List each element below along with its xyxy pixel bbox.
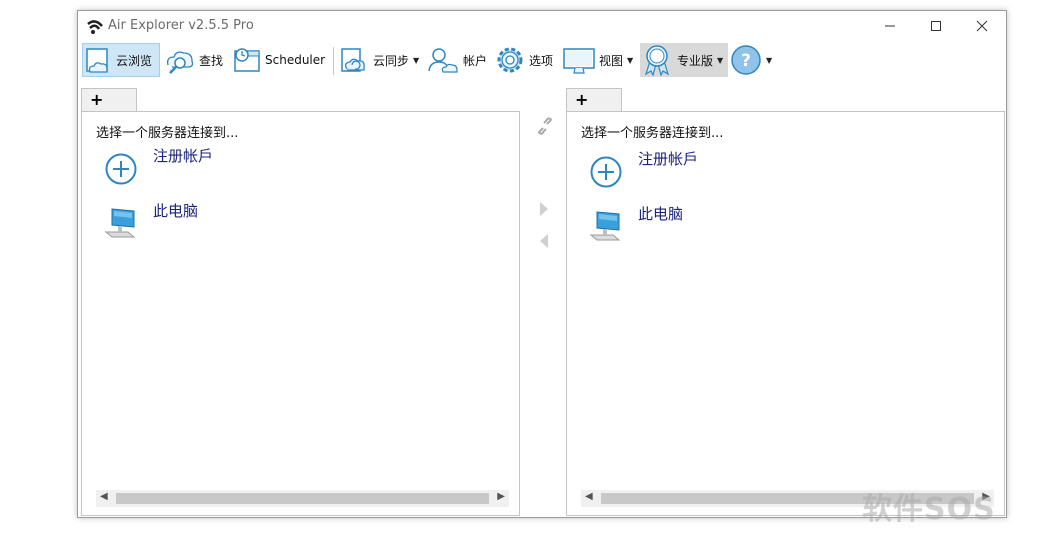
computer-icon[interactable] — [589, 209, 625, 245]
scheduler-icon — [234, 48, 260, 72]
add-circle-icon[interactable] — [589, 155, 623, 189]
cloud-browse-button[interactable]: 云浏览 — [82, 43, 160, 77]
scroll-right-icon[interactable]: ▶ — [497, 491, 505, 502]
scheduler-button[interactable]: Scheduler — [232, 43, 328, 77]
gear-icon — [497, 47, 523, 73]
pro-edition-label: 专业版 — [677, 53, 714, 68]
award-ribbon-icon — [644, 45, 670, 76]
right-connect-prompt: 选择一个服务器连接到... — [581, 126, 724, 141]
app-logo-icon — [87, 20, 103, 34]
register-account-link[interactable]: 注册帐戶 — [638, 148, 698, 169]
add-circle-icon[interactable] — [104, 152, 138, 186]
copy-left-arrow-icon[interactable] — [538, 233, 550, 249]
watermark: 软件SOS — [862, 492, 996, 527]
help-icon: ? — [731, 45, 761, 75]
scrollbar-thumb[interactable] — [116, 493, 489, 504]
right-new-tab-button[interactable]: + — [566, 88, 622, 112]
scroll-left-icon[interactable]: ◀ — [100, 491, 108, 502]
app-window: Air Explorer v2.5.5 Pro 云浏览 查找 Scheduler… — [77, 10, 1007, 518]
accounts-label: 帐户 — [463, 53, 488, 68]
window-title: Air Explorer v2.5.5 Pro — [108, 18, 254, 33]
close-icon — [976, 20, 988, 32]
search-icon — [166, 51, 194, 74]
scroll-left-icon[interactable]: ◀ — [585, 491, 593, 502]
left-connect-prompt: 选择一个服务器连接到... — [96, 126, 239, 141]
options-label: 选项 — [529, 53, 554, 68]
left-horizontal-scrollbar[interactable]: ◀ ▶ — [96, 490, 509, 507]
options-button[interactable]: 选项 — [494, 43, 556, 77]
left-new-tab-button[interactable]: + — [81, 88, 137, 112]
toolbar-separator — [333, 47, 334, 75]
link-panels-icon[interactable] — [536, 117, 554, 135]
cloud-sync-label: 云同步 — [373, 53, 410, 68]
cloud-browse-label: 云浏览 — [116, 53, 153, 68]
chevron-down-icon[interactable]: ▼ — [627, 56, 633, 65]
cloud-sync-button[interactable]: 云同步 ▼ — [338, 43, 424, 77]
toolbar: 云浏览 查找 Scheduler 云同步 ▼ 帐户 选项 视图 ▼ 专业版 ▼ … — [78, 41, 1006, 81]
this-pc-link[interactable]: 此电脑 — [638, 203, 683, 224]
copy-right-arrow-icon[interactable] — [538, 201, 550, 217]
help-button[interactable]: ? ▼ — [730, 43, 772, 77]
this-pc-link[interactable]: 此电脑 — [153, 200, 198, 221]
minimize-icon — [885, 25, 895, 27]
svg-text:?: ? — [741, 51, 751, 71]
maximize-button[interactable] — [913, 11, 959, 41]
monitor-icon — [563, 48, 595, 74]
computer-icon[interactable] — [104, 206, 140, 242]
user-cloud-icon — [428, 48, 458, 73]
chevron-down-icon[interactable]: ▼ — [413, 56, 419, 65]
chevron-down-icon[interactable]: ▼ — [717, 56, 723, 65]
pro-edition-button[interactable]: 专业版 ▼ — [640, 43, 728, 77]
close-button[interactable] — [959, 11, 1005, 41]
view-label: 视图 — [599, 53, 624, 68]
right-file-panel[interactable]: 选择一个服务器连接到... 注册帐戶 此电脑 ◀ ▶ — [566, 111, 1005, 516]
cloud-sync-icon — [341, 48, 365, 72]
cloud-browse-icon — [86, 48, 108, 73]
scheduler-label: Scheduler — [265, 53, 326, 67]
maximize-icon — [931, 21, 941, 31]
search-label: 查找 — [199, 53, 224, 68]
chevron-down-icon[interactable]: ▼ — [766, 56, 772, 65]
register-account-link[interactable]: 注册帐戶 — [153, 145, 213, 166]
left-file-panel[interactable]: 选择一个服务器连接到... 注册帐戶 此电脑 ◀ ▶ — [81, 111, 520, 516]
minimize-button[interactable] — [867, 11, 913, 41]
view-button[interactable]: 视图 ▼ — [562, 43, 638, 77]
accounts-button[interactable]: 帐户 — [426, 43, 490, 77]
title-bar[interactable]: Air Explorer v2.5.5 Pro — [78, 11, 1006, 41]
search-button[interactable]: 查找 — [164, 43, 228, 77]
